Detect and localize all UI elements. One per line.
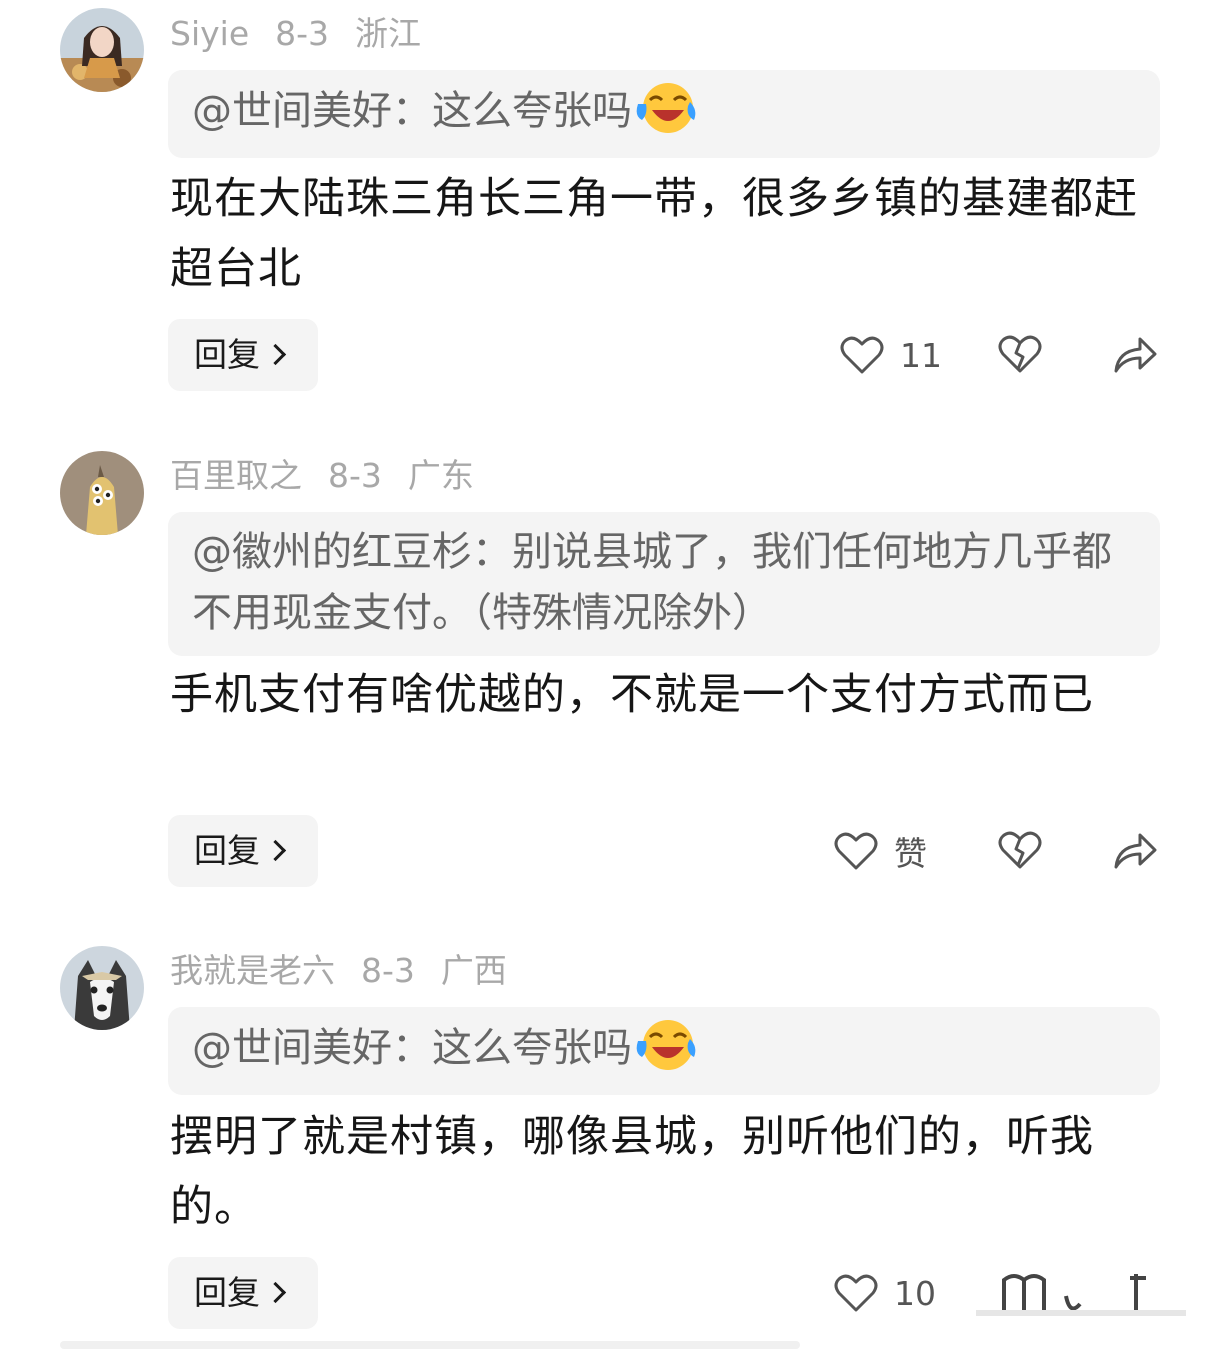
comment-location: 广东 xyxy=(407,456,474,495)
like-button[interactable]: 11 xyxy=(840,319,942,391)
quoted-comment-text: @世间美好：这么夸张吗 xyxy=(192,88,632,134)
broken-heart-icon[interactable] xyxy=(998,829,1042,871)
comment-meta: Siyie 8-3 浙江 xyxy=(170,14,447,54)
comment-actions: 赞 xyxy=(820,815,1170,887)
comment-location: 广西 xyxy=(440,951,507,990)
comment-location: 浙江 xyxy=(355,14,422,53)
like-button[interactable]: 10 xyxy=(834,1257,936,1329)
divider xyxy=(60,1341,800,1349)
like-button[interactable]: 赞 xyxy=(834,815,927,887)
reply-label: 回复 xyxy=(194,335,260,374)
comment-meta: 百里取之 8-3 广东 xyxy=(170,456,500,496)
broken-heart-icon[interactable] xyxy=(998,333,1042,375)
chevron-right-icon xyxy=(264,1281,287,1304)
heart-outline-icon xyxy=(834,832,878,870)
avatar[interactable] xyxy=(60,946,144,1030)
avatar[interactable] xyxy=(60,8,144,92)
like-count: 11 xyxy=(900,335,942,375)
like-count: 10 xyxy=(894,1273,936,1313)
comment-meta: 我就是老六 8-3 广西 xyxy=(170,951,533,991)
quoted-comment-text: @徽州的红豆杉：别说县城了，我们任何地方几乎都不用现金支付。（特殊情况除外） xyxy=(192,529,1112,636)
chevron-right-icon xyxy=(264,839,287,862)
comment-text: 摆明了就是村镇，哪像县城，别听他们的，听我的。 xyxy=(170,1112,1094,1232)
comment-date: 8-3 xyxy=(361,951,415,990)
comment-date: 8-3 xyxy=(328,456,382,495)
author-name[interactable]: 百里取之 xyxy=(170,456,302,495)
comment-date: 8-3 xyxy=(275,14,330,53)
heart-outline-icon xyxy=(834,1274,878,1312)
quoted-comment-text: @世间美好：这么夸张吗 xyxy=(192,1025,632,1071)
reply-label: 回复 xyxy=(194,1273,260,1312)
like-count: 赞 xyxy=(894,834,927,873)
reply-button[interactable]: 回复 xyxy=(168,319,318,391)
author-name[interactable]: 我就是老六 xyxy=(170,951,335,990)
quoted-comment[interactable]: @世间美好：这么夸张吗 xyxy=(168,1007,1160,1095)
laughing-tears-emoji-icon xyxy=(636,83,696,133)
author-name[interactable]: Siyie xyxy=(170,14,249,53)
chevron-right-icon xyxy=(264,343,287,366)
share-arrow-icon[interactable] xyxy=(1112,333,1158,375)
comment-actions: 11 xyxy=(820,319,1170,391)
comment-text: 手机支付有啥优越的，不就是一个支付方式而已 xyxy=(170,670,1094,720)
reply-label: 回复 xyxy=(194,831,260,870)
quoted-comment[interactable]: @世间美好：这么夸张吗 xyxy=(168,70,1160,158)
quoted-comment[interactable]: @徽州的红豆杉：别说县城了，我们任何地方几乎都不用现金支付。（特殊情况除外） xyxy=(168,512,1160,656)
heart-outline-icon xyxy=(840,336,884,374)
laughing-tears-emoji-icon xyxy=(636,1020,696,1070)
reply-button[interactable]: 回复 xyxy=(168,815,318,887)
avatar[interactable] xyxy=(60,451,144,535)
watermark-logo xyxy=(966,1266,1196,1326)
reply-button[interactable]: 回复 xyxy=(168,1257,318,1329)
share-arrow-icon[interactable] xyxy=(1112,829,1158,871)
comment-text: 现在大陆珠三角长三角一带，很多乡镇的基建都赶超台北 xyxy=(170,174,1138,294)
